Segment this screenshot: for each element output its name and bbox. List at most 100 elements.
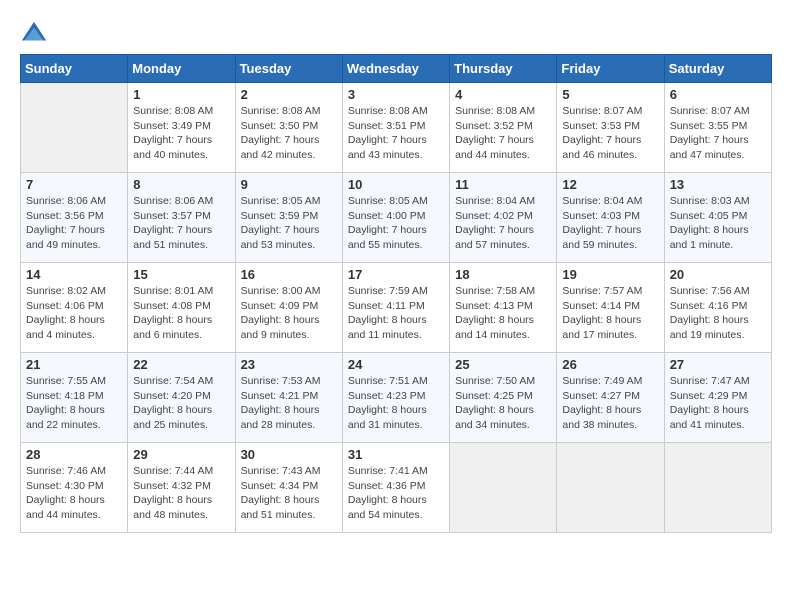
calendar-cell: 12 Sunrise: 8:04 AMSunset: 4:03 PMDayligh…	[557, 173, 664, 263]
calendar-cell: 10 Sunrise: 8:05 AMSunset: 4:00 PMDayligh…	[342, 173, 449, 263]
day-info: Sunrise: 8:04 AMSunset: 4:02 PMDaylight:…	[455, 194, 551, 253]
day-info: Sunrise: 8:07 AMSunset: 3:53 PMDaylight:…	[562, 104, 658, 163]
day-number: 11	[455, 177, 551, 192]
calendar-cell: 23 Sunrise: 7:53 AMSunset: 4:21 PMDayligh…	[235, 353, 342, 443]
calendar-cell: 28 Sunrise: 7:46 AMSunset: 4:30 PMDayligh…	[21, 443, 128, 533]
calendar-week-1: 1Sunrise: 8:08 AMSunset: 3:49 PMDaylight…	[21, 83, 772, 173]
day-info: Sunrise: 8:05 AMSunset: 4:00 PMDaylight:…	[348, 194, 444, 253]
day-number: 25	[455, 357, 551, 372]
day-info: Sunrise: 7:49 AMSunset: 4:27 PMDaylight:…	[562, 374, 658, 433]
calendar-cell: 30 Sunrise: 7:43 AMSunset: 4:34 PMDayligh…	[235, 443, 342, 533]
day-number: 3	[348, 87, 444, 102]
day-number: 12	[562, 177, 658, 192]
day-number: 22	[133, 357, 229, 372]
day-number: 20	[670, 267, 766, 282]
day-number: 27	[670, 357, 766, 372]
calendar-week-4: 21 Sunrise: 7:55 AMSunset: 4:18 PMDayligh…	[21, 353, 772, 443]
calendar-cell: 1Sunrise: 8:08 AMSunset: 3:49 PMDaylight…	[128, 83, 235, 173]
day-number: 30	[241, 447, 337, 462]
calendar-cell	[557, 443, 664, 533]
day-info: Sunrise: 7:44 AMSunset: 4:32 PMDaylight:…	[133, 464, 229, 523]
day-number: 5	[562, 87, 658, 102]
day-number: 9	[241, 177, 337, 192]
day-info: Sunrise: 8:05 AMSunset: 3:59 PMDaylight:…	[241, 194, 337, 253]
calendar-cell: 27 Sunrise: 7:47 AMSunset: 4:29 PMDayligh…	[664, 353, 771, 443]
day-number: 4	[455, 87, 551, 102]
day-info: Sunrise: 7:58 AMSunset: 4:13 PMDaylight:…	[455, 284, 551, 343]
day-info: Sunrise: 8:01 AMSunset: 4:08 PMDaylight:…	[133, 284, 229, 343]
day-number: 19	[562, 267, 658, 282]
day-number: 2	[241, 87, 337, 102]
calendar-cell: 13Sunrise: 8:03 AMSunset: 4:05 PMDayligh…	[664, 173, 771, 263]
calendar-cell: 9 Sunrise: 8:05 AMSunset: 3:59 PMDaylight…	[235, 173, 342, 263]
calendar-cell: 3 Sunrise: 8:08 AMSunset: 3:51 PMDaylight…	[342, 83, 449, 173]
day-number: 28	[26, 447, 122, 462]
logo	[20, 20, 52, 48]
calendar-week-5: 28 Sunrise: 7:46 AMSunset: 4:30 PMDayligh…	[21, 443, 772, 533]
day-number: 17	[348, 267, 444, 282]
day-number: 18	[455, 267, 551, 282]
calendar-cell: 17Sunrise: 7:59 AMSunset: 4:11 PMDayligh…	[342, 263, 449, 353]
calendar-cell: 19 Sunrise: 7:57 AMSunset: 4:14 PMDayligh…	[557, 263, 664, 353]
calendar-cell: 14 Sunrise: 8:02 AMSunset: 4:06 PMDayligh…	[21, 263, 128, 353]
day-info: Sunrise: 8:08 AMSunset: 3:51 PMDaylight:…	[348, 104, 444, 163]
day-number: 8	[133, 177, 229, 192]
day-number: 10	[348, 177, 444, 192]
day-info: Sunrise: 7:55 AMSunset: 4:18 PMDaylight:…	[26, 374, 122, 433]
day-info: Sunrise: 8:04 AMSunset: 4:03 PMDaylight:…	[562, 194, 658, 253]
day-header-sunday: Sunday	[21, 55, 128, 83]
calendar-cell: 5 Sunrise: 8:07 AMSunset: 3:53 PMDaylight…	[557, 83, 664, 173]
calendar-cell: 8 Sunrise: 8:06 AMSunset: 3:57 PMDaylight…	[128, 173, 235, 263]
day-info: Sunrise: 8:07 AMSunset: 3:55 PMDaylight:…	[670, 104, 766, 163]
day-header-wednesday: Wednesday	[342, 55, 449, 83]
day-info: Sunrise: 7:41 AMSunset: 4:36 PMDaylight:…	[348, 464, 444, 523]
day-header-saturday: Saturday	[664, 55, 771, 83]
day-header-monday: Monday	[128, 55, 235, 83]
calendar-cell: 11 Sunrise: 8:04 AMSunset: 4:02 PMDayligh…	[450, 173, 557, 263]
day-number: 23	[241, 357, 337, 372]
calendar-cell: 16Sunrise: 8:00 AMSunset: 4:09 PMDayligh…	[235, 263, 342, 353]
calendar-week-3: 14 Sunrise: 8:02 AMSunset: 4:06 PMDayligh…	[21, 263, 772, 353]
day-number: 14	[26, 267, 122, 282]
day-info: Sunrise: 8:06 AMSunset: 3:57 PMDaylight:…	[133, 194, 229, 253]
calendar-cell	[664, 443, 771, 533]
calendar-cell: 20Sunrise: 7:56 AMSunset: 4:16 PMDayligh…	[664, 263, 771, 353]
day-number: 15	[133, 267, 229, 282]
calendar-cell: 26 Sunrise: 7:49 AMSunset: 4:27 PMDayligh…	[557, 353, 664, 443]
day-info: Sunrise: 7:43 AMSunset: 4:34 PMDaylight:…	[241, 464, 337, 523]
day-info: Sunrise: 7:54 AMSunset: 4:20 PMDaylight:…	[133, 374, 229, 433]
calendar-cell: 18 Sunrise: 7:58 AMSunset: 4:13 PMDayligh…	[450, 263, 557, 353]
day-info: Sunrise: 7:57 AMSunset: 4:14 PMDaylight:…	[562, 284, 658, 343]
calendar-cell	[21, 83, 128, 173]
day-header-thursday: Thursday	[450, 55, 557, 83]
day-info: Sunrise: 8:02 AMSunset: 4:06 PMDaylight:…	[26, 284, 122, 343]
day-number: 29	[133, 447, 229, 462]
calendar-cell: 24Sunrise: 7:51 AMSunset: 4:23 PMDayligh…	[342, 353, 449, 443]
day-number: 26	[562, 357, 658, 372]
day-info: Sunrise: 7:53 AMSunset: 4:21 PMDaylight:…	[241, 374, 337, 433]
day-info: Sunrise: 7:46 AMSunset: 4:30 PMDaylight:…	[26, 464, 122, 523]
day-info: Sunrise: 7:50 AMSunset: 4:25 PMDaylight:…	[455, 374, 551, 433]
day-number: 24	[348, 357, 444, 372]
day-info: Sunrise: 8:08 AMSunset: 3:50 PMDaylight:…	[241, 104, 337, 163]
calendar-header: SundayMondayTuesdayWednesdayThursdayFrid…	[21, 55, 772, 83]
calendar-cell: 29 Sunrise: 7:44 AMSunset: 4:32 PMDayligh…	[128, 443, 235, 533]
day-number: 7	[26, 177, 122, 192]
calendar-cell: 15 Sunrise: 8:01 AMSunset: 4:08 PMDayligh…	[128, 263, 235, 353]
calendar-cell: 21 Sunrise: 7:55 AMSunset: 4:18 PMDayligh…	[21, 353, 128, 443]
day-info: Sunrise: 7:47 AMSunset: 4:29 PMDaylight:…	[670, 374, 766, 433]
day-header-friday: Friday	[557, 55, 664, 83]
calendar-cell	[450, 443, 557, 533]
logo-icon	[20, 20, 48, 48]
day-number: 21	[26, 357, 122, 372]
day-info: Sunrise: 8:06 AMSunset: 3:56 PMDaylight:…	[26, 194, 122, 253]
day-info: Sunrise: 8:08 AMSunset: 3:52 PMDaylight:…	[455, 104, 551, 163]
day-info: Sunrise: 8:03 AMSunset: 4:05 PMDaylight:…	[670, 194, 766, 253]
day-number: 31	[348, 447, 444, 462]
calendar-cell: 7 Sunrise: 8:06 AMSunset: 3:56 PMDaylight…	[21, 173, 128, 263]
calendar-table: SundayMondayTuesdayWednesdayThursdayFrid…	[20, 54, 772, 533]
calendar-cell: 6Sunrise: 8:07 AMSunset: 3:55 PMDaylight…	[664, 83, 771, 173]
calendar-cell: 31 Sunrise: 7:41 AMSunset: 4:36 PMDayligh…	[342, 443, 449, 533]
day-number: 1	[133, 87, 229, 102]
day-info: Sunrise: 8:00 AMSunset: 4:09 PMDaylight:…	[241, 284, 337, 343]
